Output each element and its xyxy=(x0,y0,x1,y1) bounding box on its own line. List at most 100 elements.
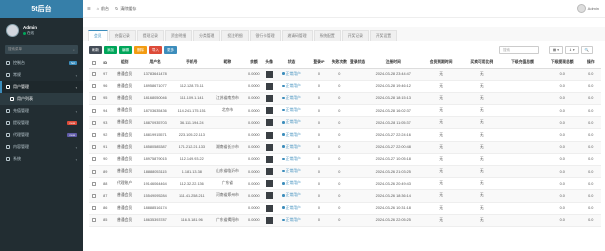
column-header[interactable]: 头像 xyxy=(263,58,276,69)
row-checkbox-cell[interactable] xyxy=(89,189,99,203)
toolbar-button[interactable]: 编辑 xyxy=(119,46,132,54)
status-label[interactable]: 正常用户 xyxy=(286,206,301,210)
column-header[interactable]: 下级提现总额 xyxy=(543,58,581,69)
home-link[interactable]: ⌂ 前台 xyxy=(97,6,109,12)
checkbox[interactable] xyxy=(91,72,96,77)
sidebar-item[interactable]: 内容管理 ‹ xyxy=(0,141,83,153)
table-row[interactable]: 89 普通会员 18888053115 1.181.13.38 山东省临沂市 0.0000… xyxy=(89,165,601,179)
column-header[interactable]: 登录IP xyxy=(307,58,331,69)
table-row[interactable]: 85 普通会员 18635393787 116.5.181.96 广东省揭阳市 0.000… xyxy=(89,214,601,227)
sidebar-item[interactable]: 系统 ‹ xyxy=(0,153,83,165)
checkbox[interactable] xyxy=(91,181,96,186)
sidebar-item[interactable]: 用户列表 xyxy=(0,93,83,105)
sidebar-search-input[interactable]: 搜索菜单 ⌕ xyxy=(5,45,78,54)
column-header[interactable]: 状态 xyxy=(275,58,308,69)
tab-item[interactable]: 开奖设置 xyxy=(369,30,398,41)
row-checkbox-cell[interactable] xyxy=(89,92,99,106)
table-row[interactable]: 94 普通会员 18703635436 114.241.175.151 北京市 0.000… xyxy=(89,104,601,118)
row-checkbox-cell[interactable] xyxy=(89,153,99,167)
table-row[interactable]: 93 普通会员 18870935703 36.111.194.24 0.0000 正常用户… xyxy=(89,116,601,130)
tab-item[interactable]: 邀请码管理 xyxy=(281,30,313,41)
status-label[interactable]: 正常用户 xyxy=(286,169,301,173)
table-search-input[interactable]: 搜索 xyxy=(499,46,539,54)
table-row[interactable]: 87 普通会员 15549095284 111.41.258.211 河南省郑州市 0.0… xyxy=(89,189,601,203)
column-header[interactable]: ID xyxy=(98,58,113,69)
row-checkbox-cell[interactable] xyxy=(89,165,99,179)
status-label[interactable]: 正常用户 xyxy=(286,193,301,197)
checkbox[interactable] xyxy=(91,218,96,223)
column-header[interactable]: 买卖可用比例 xyxy=(462,58,502,69)
table-row[interactable]: 86 普通会员 18888516174 0.0000 正常用户 0 0 2024-03-26 … xyxy=(89,202,601,215)
table-row[interactable]: 91 普通会员 18580585387 171.212.21.133 湖南省长沙市 0.0… xyxy=(89,141,601,154)
toolbar-button[interactable]: 导入 xyxy=(149,46,162,54)
tab-item[interactable]: 投注明细 xyxy=(221,30,249,41)
sidebar-item[interactable]: 控制台 hot xyxy=(0,57,83,69)
column-header[interactable]: 昵称 xyxy=(210,58,245,69)
checkbox[interactable] xyxy=(91,169,96,174)
status-label[interactable]: 正常用户 xyxy=(286,120,301,124)
column-header[interactable]: 手机号 xyxy=(173,58,211,69)
table-row[interactable]: 92 普通会员 18819915571 223.105.22.113 0.0000 正常用… xyxy=(89,128,601,142)
row-checkbox-cell[interactable] xyxy=(89,214,99,227)
status-label[interactable]: 正常用户 xyxy=(286,157,301,161)
row-checkbox-cell[interactable] xyxy=(89,141,99,154)
status-label[interactable]: 正常用户 xyxy=(286,96,301,100)
table-row[interactable]: 95 普通会员 18168050046 111.109.1.141 江苏省南京市 0.00… xyxy=(89,92,601,106)
menu-toggle-icon[interactable]: ☰ xyxy=(87,6,91,11)
sidebar-item[interactable]: 充值管理 ‹ xyxy=(0,105,83,117)
toolbar-button[interactable]: 添加 xyxy=(104,46,117,54)
tab-item[interactable]: 提现记录 xyxy=(136,30,164,41)
table-row[interactable]: 96 普通会员 18958671077 112.128.75.11 0.0000 正常用户… xyxy=(89,80,601,93)
row-checkbox-cell[interactable] xyxy=(89,116,99,130)
column-header[interactable]: 失败次数 xyxy=(330,58,349,69)
row-checkbox-cell[interactable] xyxy=(89,202,99,215)
toolbar-button[interactable]: 更多 xyxy=(164,46,177,54)
table-row[interactable]: 90 普通会员 18975879015 112.149.93.22 0.0000 正常用户… xyxy=(89,153,601,167)
checkbox[interactable] xyxy=(91,96,96,101)
sidebar-item[interactable]: 常规 ‹ xyxy=(0,69,83,81)
row-checkbox-cell[interactable] xyxy=(89,68,99,81)
checkbox[interactable] xyxy=(91,133,96,138)
column-header[interactable]: 注册时间 xyxy=(366,58,420,69)
row-checkbox-cell[interactable] xyxy=(89,177,99,191)
column-header[interactable]: 下级充值总额 xyxy=(501,58,544,69)
status-label[interactable]: 正常用户 xyxy=(286,218,301,222)
tab-item[interactable]: 银行卡管理 xyxy=(249,30,281,41)
status-label[interactable]: 正常用户 xyxy=(286,181,301,185)
status-label[interactable]: 正常用户 xyxy=(286,108,301,112)
column-header[interactable]: 组别 xyxy=(112,58,137,69)
toolbar-icon-button[interactable]: ⇓ ▾ xyxy=(564,46,579,54)
admin-menu[interactable]: Admin xyxy=(576,4,599,13)
checkbox[interactable] xyxy=(91,157,96,162)
column-header[interactable]: 会员到期时间 xyxy=(419,58,463,69)
row-checkbox-cell[interactable] xyxy=(89,128,99,142)
toolbar-button[interactable]: 刷新 xyxy=(89,46,102,54)
clear-cache-link[interactable]: ↻ 清除缓存 xyxy=(115,6,136,12)
checkbox[interactable] xyxy=(91,108,96,113)
row-checkbox-cell[interactable] xyxy=(89,104,99,118)
toolbar-button[interactable]: 删除 xyxy=(134,46,147,54)
table-row[interactable]: 97 普通会员 13783641478 0.0000 正常用户 0 0 2024-03-28 … xyxy=(89,68,601,81)
tab-item[interactable]: 开奖记录 xyxy=(341,30,369,41)
tab-item[interactable]: 会员 xyxy=(88,30,108,41)
checkbox[interactable] xyxy=(91,145,96,150)
status-label[interactable]: 正常用户 xyxy=(286,84,301,88)
column-header[interactable]: 操作 xyxy=(580,58,601,69)
toolbar-icon-button[interactable]: ▦ ▾ xyxy=(548,46,563,54)
sidebar-item[interactable]: 提现管理 new xyxy=(0,117,83,129)
select-all-checkbox-cell[interactable] xyxy=(89,58,99,69)
status-label[interactable]: 正常用户 xyxy=(286,72,301,76)
sidebar-item[interactable]: 用户管理 ‹ xyxy=(0,81,83,93)
checkbox[interactable] xyxy=(91,84,96,89)
column-header[interactable]: 用户名 xyxy=(136,58,174,69)
tab-item[interactable]: 系统配置 xyxy=(313,30,341,41)
status-label[interactable]: 正常用户 xyxy=(286,133,301,137)
sidebar-item[interactable]: 代理管理 new xyxy=(0,129,83,141)
table-row[interactable]: 88 代理账户 19146064464 112.32.22.136 广东省 0.0000 正… xyxy=(89,177,601,191)
checkbox[interactable] xyxy=(91,120,96,125)
column-header[interactable]: 登录状态 xyxy=(348,58,367,69)
status-label[interactable]: 正常用户 xyxy=(286,145,301,149)
checkbox[interactable] xyxy=(91,60,96,65)
column-header[interactable]: 余额 xyxy=(244,58,264,69)
checkbox[interactable] xyxy=(91,206,96,211)
